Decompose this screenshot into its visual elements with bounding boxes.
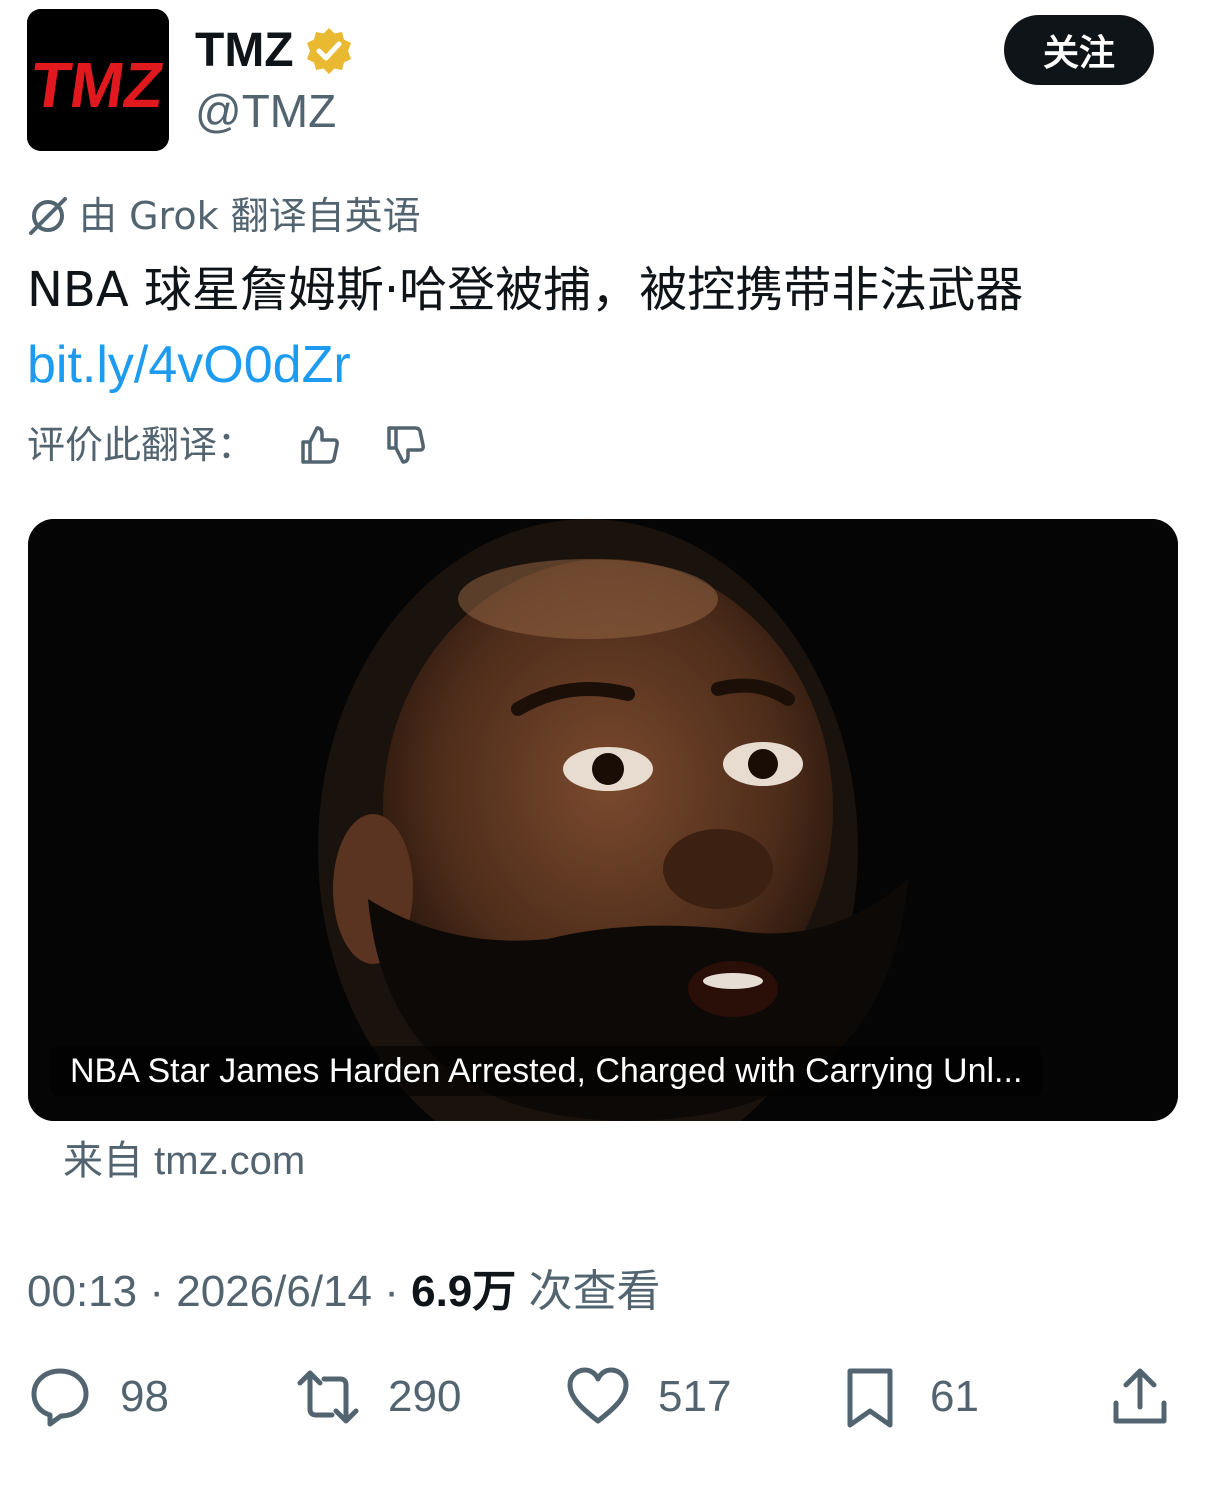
meta-separator: · — [384, 1267, 399, 1316]
meta-separator: · — [149, 1267, 164, 1316]
translation-note-text: 由 Grok 翻译自英语 — [79, 194, 421, 238]
tweet-meta: 00:13 · 2026/6/14 · 6.9万 次查看 — [27, 1262, 661, 1322]
author-name[interactable]: TMZ — [195, 24, 294, 78]
view-count: 6.9万 — [411, 1267, 517, 1316]
tweet-time[interactable]: 00:13 — [27, 1267, 137, 1316]
repost-count: 290 — [388, 1372, 462, 1421]
author-name-row: TMZ — [195, 24, 354, 78]
thumbs-down-icon[interactable] — [383, 422, 429, 468]
share-button[interactable] — [1108, 1365, 1172, 1429]
tweet-text: NBA 球星詹姆斯·哈登被捕，被控携带非法武器 — [27, 262, 1024, 318]
reply-button[interactable]: 98 — [28, 1365, 169, 1429]
rate-translation: 评价此翻译： — [27, 418, 469, 472]
rate-translation-label: 评价此翻译： — [27, 423, 256, 467]
tmz-avatar[interactable]: TMZ — [27, 9, 169, 151]
verified-badge-icon — [306, 28, 351, 74]
tweet-date[interactable]: 2026/6/14 — [176, 1267, 372, 1316]
thumbs-up-icon[interactable] — [297, 422, 343, 468]
tmz-logo: TMZ — [27, 9, 169, 151]
bookmark-count: 61 — [930, 1372, 979, 1421]
author-handle[interactable]: @TMZ — [195, 84, 336, 138]
view-count-label: 次查看 — [528, 1266, 661, 1317]
svg-text:TMZ: TMZ — [27, 49, 168, 121]
translation-note: 由 Grok 翻译自英语 — [27, 190, 421, 242]
grok-icon — [29, 197, 67, 235]
heart-icon — [567, 1367, 629, 1424]
like-button[interactable]: 517 — [566, 1365, 731, 1429]
card-title: NBA Star James Harden Arrested, Charged … — [50, 1046, 1043, 1096]
reply-icon — [31, 1368, 89, 1427]
share-icon — [1113, 1368, 1167, 1424]
card-source[interactable]: 来自 tmz.com — [63, 1135, 305, 1187]
card-source-label: 来自 — [63, 1138, 143, 1184]
bookmark-button[interactable]: 61 — [838, 1365, 979, 1429]
bookmark-icon — [847, 1368, 893, 1428]
reply-count: 98 — [120, 1372, 169, 1421]
follow-button[interactable]: 关注 — [1004, 15, 1154, 85]
repost-button[interactable]: 290 — [296, 1365, 461, 1429]
tweet-link[interactable]: bit.ly/4vO0dZr — [27, 330, 351, 400]
repost-icon — [297, 1370, 359, 1424]
like-count: 517 — [658, 1372, 732, 1421]
link-card[interactable]: NBA Star James Harden Arrested, Charged … — [28, 519, 1178, 1121]
card-photo — [28, 519, 1178, 1121]
card-source-domain: tmz.com — [154, 1139, 306, 1183]
